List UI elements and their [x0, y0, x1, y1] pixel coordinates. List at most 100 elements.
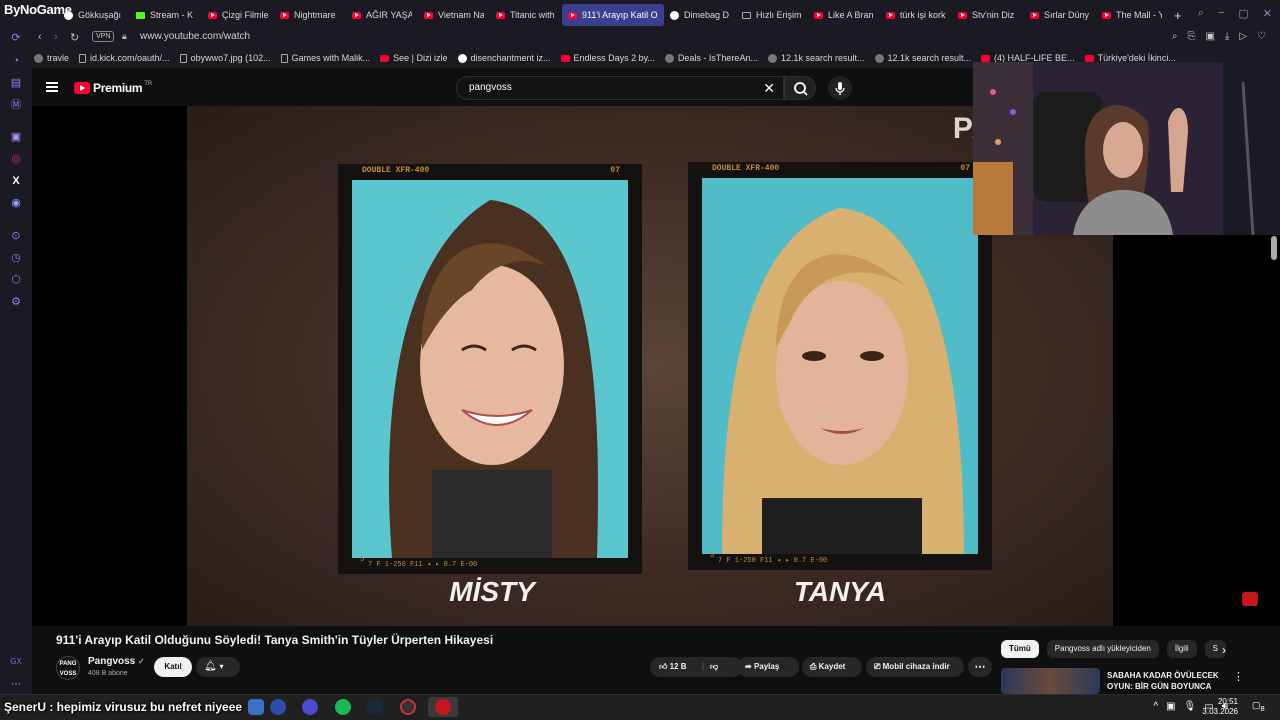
like-button[interactable]: 👍︎ 12 B | 👎︎ [650, 657, 742, 677]
recommendation-thumbnail[interactable] [1001, 668, 1100, 694]
browser-tab[interactable]: Like A Bran [808, 4, 880, 26]
refresh-icon[interactable]: ⟳ [10, 32, 22, 44]
extensions-icon[interactable]: ⬡ [10, 274, 22, 286]
page-scrollbar[interactable] [1271, 236, 1277, 260]
bookmark-item[interactable]: Endless Days 2 by... [560, 53, 655, 63]
play-icon[interactable]: ▷ [1239, 31, 1247, 42]
search-tabs-icon[interactable]: ⌕ [1198, 7, 1204, 20]
microphone-icon[interactable]: 🎙︎ [1184, 701, 1197, 712]
spotify-icon[interactable] [335, 699, 351, 715]
filter-chip[interactable]: Tümü [1001, 640, 1039, 658]
taskbar-app-icon[interactable] [270, 699, 286, 715]
clock[interactable]: 20:51 3.03.2026 [1202, 697, 1238, 717]
bookmark-item[interactable]: See | Dizi izle [380, 53, 448, 63]
bookmark-item[interactable]: travle [34, 53, 69, 63]
tray-app-icon[interactable]: ▣ [1166, 701, 1175, 712]
gx-icon[interactable]: GX [10, 656, 22, 668]
x-icon[interactable]: X [10, 175, 22, 187]
browser-tab[interactable]: Çizgi Filmle [202, 4, 274, 26]
more-actions-button[interactable]: ⋯ [968, 657, 992, 677]
recommendation-filters: Tümü Pangvoss adlı yükleyiciden İlgili S [1001, 640, 1226, 660]
browser-tab[interactable]: Hızlı Erişim [736, 4, 808, 26]
taskbar-app-icon[interactable] [302, 699, 318, 715]
like-divider: | [702, 662, 705, 671]
reload-icon[interactable]: ↻ [70, 31, 79, 44]
browser-tab[interactable]: türk işi kork [880, 4, 952, 26]
bookmark-item[interactable]: Deals - IsThereAn... [664, 53, 758, 63]
messenger-icon[interactable]: ◔ [10, 55, 22, 67]
browser-tab[interactable]: 911'i Arayıp Katil Old [562, 4, 664, 26]
browser-tab[interactable]: Sırlar Düny [1024, 4, 1096, 26]
maximize-icon[interactable]: ▢ [1238, 7, 1248, 20]
download-button[interactable]: ⎚ Mobil cihaza indir [866, 657, 964, 677]
search-icon[interactable]: ⌕ [1172, 31, 1178, 42]
bookmark-item[interactable]: 12.1k search result... [874, 53, 971, 63]
channel-name[interactable]: Pangvoss ✓ [88, 656, 145, 667]
download-icon[interactable]: ⤓ [1225, 31, 1229, 42]
chevron-right-icon[interactable]: › [1222, 643, 1226, 657]
chat-icon[interactable]: ▤ [10, 77, 22, 89]
camera-icon[interactable]: ▣ [1205, 31, 1214, 42]
history-icon[interactable]: ◷ [10, 252, 22, 264]
settings-icon[interactable]: ⚙ [10, 296, 22, 308]
bookmark-item[interactable]: disenchantment iz... [457, 53, 551, 63]
thumbs-down-icon[interactable]: 👎︎ [710, 657, 718, 677]
filter-chip[interactable]: Pangvoss adlı yükleyiciden [1046, 640, 1159, 658]
new-tab-button[interactable]: + [1168, 4, 1188, 26]
bookmark-item[interactable]: obywwo7.jpg (102... [179, 53, 271, 63]
player-icon[interactable]: ⊙ [10, 230, 22, 242]
share-label: Paylaş [753, 662, 780, 671]
browser-tab[interactable]: Stv'nin Diz [952, 4, 1024, 26]
minimize-icon[interactable]: − [1218, 7, 1224, 20]
voice-search-button[interactable] [828, 76, 852, 100]
recommendation-menu-icon[interactable]: ⋮ [1233, 670, 1244, 683]
chevron-up-icon[interactable]: ^ [1153, 701, 1158, 712]
bookmark-item[interactable]: 12.1k search result... [767, 53, 865, 63]
youtube-favicon-icon [1102, 11, 1111, 19]
browser-tab[interactable]: Vietnam Na [418, 4, 490, 26]
mail-icon[interactable]: Ⓜ [10, 99, 22, 111]
clear-search-icon[interactable]: ✕ [763, 80, 775, 97]
bookmark-item[interactable]: Games with Malik... [280, 53, 370, 63]
youtube-logo[interactable]: Premium TR [74, 81, 152, 95]
opera-gx-icon [435, 699, 451, 715]
lock-icon[interactable]: 🔒︎ [122, 31, 127, 42]
close-window-icon[interactable]: ✕ [1263, 7, 1272, 20]
browser-tab[interactable]: Stream - K [130, 4, 202, 26]
obs-icon[interactable] [400, 699, 416, 715]
vpn-badge[interactable]: VPN [92, 31, 115, 42]
instagram-icon[interactable]: ◎ [10, 153, 22, 165]
browser-tab[interactable]: Titanic with [490, 4, 562, 26]
browser-tab[interactable]: AĞIR YAŞA [346, 4, 418, 26]
search-icon [794, 82, 808, 96]
steam-icon[interactable] [367, 699, 383, 715]
back-icon[interactable]: ‹ [38, 31, 42, 43]
forward-icon[interactable]: › [54, 31, 58, 43]
browser-tab[interactable]: Dimebag D [664, 4, 736, 26]
browser-tab[interactable]: Nightmare [274, 4, 346, 26]
more-icon[interactable]: ⋯ [10, 678, 22, 690]
discord-icon[interactable]: ◉ [10, 197, 22, 209]
join-button[interactable]: Katıl [154, 657, 192, 677]
browser-tab[interactable]: The Mall - Y [1096, 4, 1168, 26]
taskbar-active-app[interactable] [428, 697, 458, 717]
generic-bookmark-icon [664, 53, 674, 63]
channel-name-text[interactable]: Pangvoss [88, 656, 135, 667]
search-button[interactable] [784, 76, 816, 100]
snapshot-icon[interactable]: ⎘ [1187, 31, 1195, 42]
bookmark-item[interactable]: id.kick.com/oauth/... [79, 53, 170, 63]
channel-watermark-icon[interactable] [1242, 592, 1258, 606]
twitch-icon[interactable]: ▣ [10, 131, 22, 143]
notifications-button[interactable]: 🔔︎ ▾ [196, 657, 240, 677]
taskbar-app-icon[interactable] [248, 699, 264, 715]
filter-chip[interactable]: İlgili [1166, 640, 1197, 658]
search-input[interactable] [469, 82, 749, 93]
browser-tab[interactable]: Gökkuşağı [58, 4, 130, 26]
notification-center[interactable]: ▢8 [1252, 700, 1265, 713]
share-button[interactable]: ➦ Paylaş [737, 657, 799, 677]
heart-icon[interactable]: ♡ [1257, 31, 1266, 42]
menu-icon[interactable] [46, 82, 58, 92]
save-button[interactable]: ⎙ Kaydet [802, 657, 862, 677]
url-field[interactable]: www.youtube.com/watch [140, 31, 250, 42]
channel-avatar[interactable]: PANG VOSS [56, 656, 80, 680]
